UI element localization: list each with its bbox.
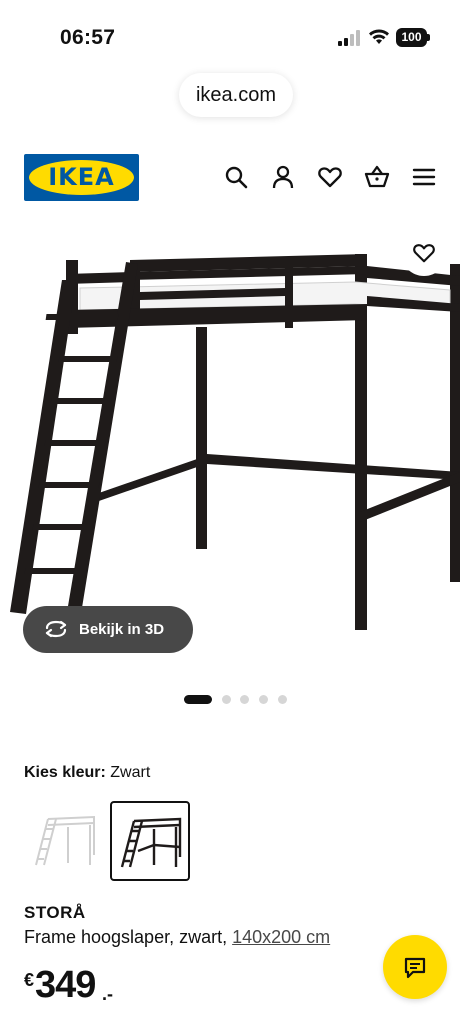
- price-decimal: .-: [102, 984, 113, 1004]
- black-loft-bed-thumbnail: [120, 817, 182, 868]
- color-swatch-white[interactable]: [26, 801, 106, 881]
- chat-icon: [404, 957, 426, 979]
- price-currency: €: [24, 970, 35, 990]
- view-in-3d-label: Bekijk in 3D: [79, 621, 165, 638]
- site-header: IKEA: [0, 150, 471, 206]
- carousel-dot-2[interactable]: [222, 695, 231, 704]
- carousel-dot-1[interactable]: [184, 695, 212, 704]
- heart-icon: [413, 244, 435, 263]
- carousel-dot-5[interactable]: [278, 695, 287, 704]
- view-in-3d-button[interactable]: Bekijk in 3D: [23, 606, 193, 653]
- color-selector-label: Kies kleur: Zwart: [24, 764, 150, 782]
- product-description: Frame hoogslaper, zwart, 140x200 cm: [24, 927, 330, 948]
- battery-level: 100: [396, 28, 427, 47]
- price-integer: 349: [35, 964, 96, 1006]
- white-loft-bed-thumbnail: [35, 815, 95, 866]
- color-swatch-black[interactable]: [110, 801, 190, 881]
- heart-icon[interactable]: [317, 164, 343, 190]
- add-to-favorites-button[interactable]: [401, 230, 447, 276]
- rotate-3d-icon: [45, 620, 67, 638]
- carousel-dot-3[interactable]: [240, 695, 249, 704]
- battery-tip: [427, 34, 430, 41]
- search-icon[interactable]: [223, 164, 249, 190]
- basket-icon[interactable]: [364, 164, 390, 190]
- status-bar: 06:57 100: [0, 0, 471, 70]
- product-size-link[interactable]: 140x200 cm: [232, 927, 330, 947]
- status-time: 06:57: [60, 26, 116, 49]
- product-description-text: Frame hoogslaper, zwart,: [24, 927, 228, 947]
- carousel-dots: [184, 695, 294, 705]
- wifi-icon: [369, 29, 389, 44]
- ikea-logo[interactable]: IKEA: [24, 154, 139, 201]
- cellular-signal-icon: [338, 30, 360, 46]
- carousel-dot-4[interactable]: [259, 695, 268, 704]
- chat-button[interactable]: [383, 935, 447, 999]
- address-bar[interactable]: ikea.com: [179, 73, 293, 117]
- color-label-prefix: Kies kleur:: [24, 764, 106, 781]
- color-value: Zwart: [110, 764, 151, 781]
- profile-icon[interactable]: [270, 164, 296, 190]
- product-name: STORÅ: [24, 903, 86, 922]
- menu-icon[interactable]: [411, 164, 437, 190]
- battery-indicator: 100: [396, 28, 430, 47]
- logo-oval: IKEA: [29, 160, 134, 195]
- logo-text: IKEA: [48, 163, 115, 191]
